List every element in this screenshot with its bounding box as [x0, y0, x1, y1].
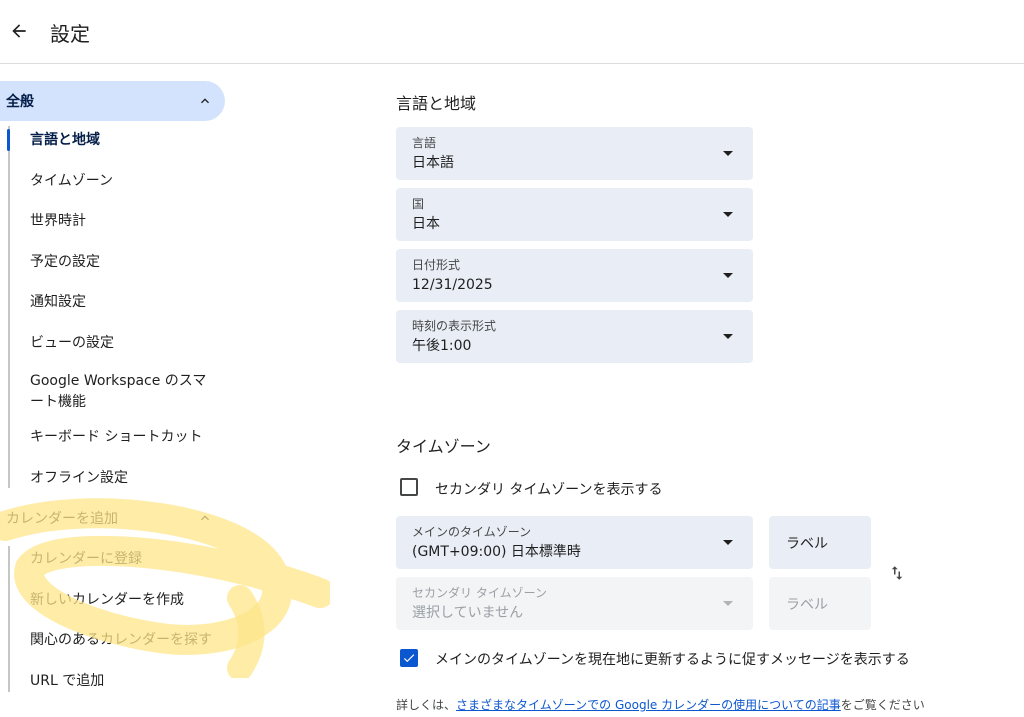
nav-active-indicator: [7, 129, 10, 151]
sidebar-item-smart-features[interactable]: Google Workspace のスマート機能: [30, 371, 220, 413]
sidebar-item-view-settings[interactable]: ビューの設定: [30, 333, 230, 354]
sidebar-item-subscribe-calendar[interactable]: カレンダーに登録: [30, 549, 230, 570]
checkbox-label: メインのタイムゾーンを現在地に更新するように促すメッセージを表示する: [435, 652, 910, 668]
checkbox-label: セカンダリ タイムゾーンを表示する: [435, 482, 663, 498]
chevron-up-icon: [201, 515, 209, 521]
field-value: 午後1:00: [412, 338, 472, 354]
sidebar-section-add-calendar[interactable]: カレンダーを追加: [0, 498, 225, 538]
secondary-timezone-label-button: ラベル: [769, 577, 871, 630]
secondary-timezone-select: セカンダリ タイムゾーン 選択していません: [396, 577, 753, 630]
nav-indent-line: [8, 126, 10, 488]
sidebar-item-browse-calendars[interactable]: 関心のあるカレンダーを探す: [30, 630, 230, 651]
sidebar-item-keyboard-shortcuts[interactable]: キーボード ショートカット: [30, 427, 230, 448]
field-value: 選択していません: [412, 605, 524, 621]
info-prefix: 詳しくは、: [396, 698, 457, 712]
checkmark-icon: [403, 654, 415, 663]
dropdown-arrow-icon: [723, 273, 733, 278]
sidebar-item-offline[interactable]: オフライン設定: [30, 468, 230, 489]
sidebar-item-language-region[interactable]: 言語と地域: [30, 130, 230, 151]
swap-vert-icon[interactable]: [888, 564, 906, 582]
sidebar-item-event-settings[interactable]: 予定の設定: [30, 252, 230, 273]
language-select[interactable]: 言語 日本語: [396, 127, 753, 180]
settings-sidebar: 全般 言語と地域 タイムゾーン 世界時計 予定の設定 通知設定 ビューの設定 G…: [0, 64, 240, 717]
sidebar-item-notifications[interactable]: 通知設定: [30, 292, 230, 313]
primary-timezone-select[interactable]: メインのタイムゾーン (GMT+09:00) 日本標準時: [396, 516, 753, 569]
sidebar-item-create-calendar[interactable]: 新しいカレンダーを作成: [30, 590, 230, 611]
field-value: 日本語: [412, 155, 454, 171]
field-value: (GMT+09:00) 日本標準時: [412, 544, 581, 560]
page-title: 設定: [50, 22, 90, 46]
date-format-select[interactable]: 日付形式 12/31/2025: [396, 249, 753, 302]
time-format-select[interactable]: 時刻の表示形式 午後1:00: [396, 310, 753, 363]
primary-timezone-label-button[interactable]: ラベル: [769, 516, 871, 569]
sidebar-item-add-by-url[interactable]: URL で追加: [30, 671, 230, 692]
chevron-up-icon: [201, 98, 209, 104]
timezone-info-text: 詳しくは、さまざまなタイムゾーンでの Google カレンダーの使用についての記…: [396, 696, 925, 713]
section-title-timezone: タイムゾーン: [396, 437, 491, 456]
dropdown-arrow-icon: [723, 601, 733, 606]
field-value: 12/31/2025: [412, 277, 493, 293]
sidebar-section-general[interactable]: 全般: [0, 81, 225, 121]
dropdown-arrow-icon: [723, 151, 733, 156]
sidebar-section-label: 全般: [6, 94, 34, 110]
settings-header: 設定: [0, 0, 1024, 64]
section-title-language-region: 言語と地域: [396, 94, 477, 113]
field-value: 日本: [412, 216, 440, 232]
nav-indent-line: [8, 546, 10, 692]
dropdown-arrow-icon: [723, 540, 733, 545]
settings-main: 言語と地域 言語 日本語 国 日本 日付形式 12/31/2025 時刻の表示形…: [396, 64, 1016, 717]
sidebar-item-timezone[interactable]: タイムゾーン: [30, 171, 230, 192]
arrow-back-icon: [12, 24, 26, 38]
country-select[interactable]: 国 日本: [396, 188, 753, 241]
field-label: 国: [412, 197, 425, 211]
field-label: メインのタイムゾーン: [412, 525, 532, 539]
sidebar-section-label: カレンダーを追加: [6, 511, 118, 527]
field-label: 言語: [412, 136, 437, 150]
back-button[interactable]: [4, 16, 34, 46]
field-label: 日付形式: [412, 258, 461, 272]
show-secondary-timezone-checkbox[interactable]: [400, 478, 418, 496]
dropdown-arrow-icon: [723, 334, 733, 339]
sidebar-item-world-clock[interactable]: 世界時計: [30, 211, 230, 232]
dropdown-arrow-icon: [723, 212, 733, 217]
prompt-update-timezone-checkbox[interactable]: [400, 649, 418, 667]
field-label: セカンダリ タイムゾーン: [412, 586, 547, 600]
timezone-help-link[interactable]: さまざまなタイムゾーンでの Google カレンダーの使用についての記事: [456, 698, 841, 712]
field-label: 時刻の表示形式: [412, 319, 497, 333]
info-suffix: をご覧ください: [840, 698, 925, 712]
